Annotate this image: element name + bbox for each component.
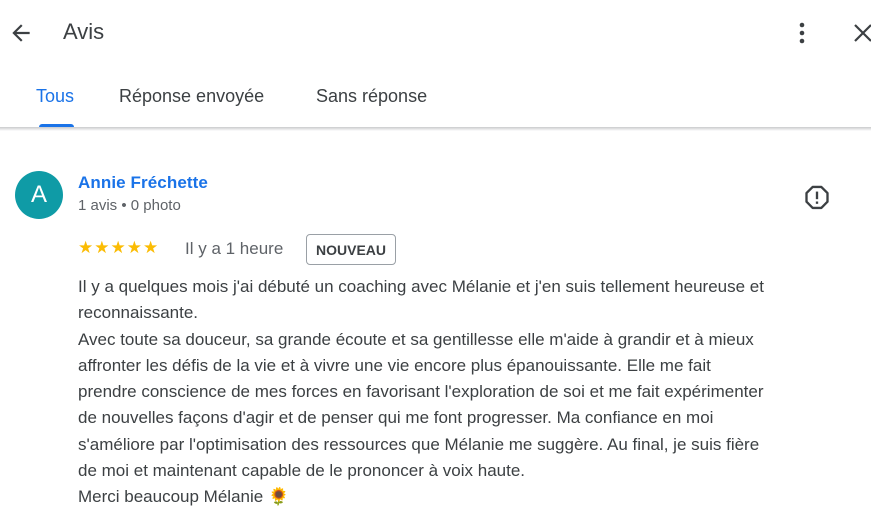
- report-button[interactable]: [803, 184, 831, 212]
- close-button[interactable]: [851, 21, 871, 45]
- more-vert-icon: [799, 22, 805, 44]
- reviewer-name[interactable]: Annie Fréchette: [78, 173, 208, 193]
- review-text-line: Merci beaucoup Mélanie 🌻: [78, 487, 290, 507]
- review-text-line: Il y a quelques mois j'ai débuté un coac…: [78, 277, 764, 296]
- review-time: Il y a 1 heure: [185, 239, 284, 258]
- arrow-back-icon: [12, 24, 30, 42]
- review-text-line: Avec toute sa douceur, sa grande écoute …: [78, 329, 754, 349]
- review-text-line: reconnaissante.: [78, 303, 199, 323]
- reviewer-meta: 1 avis • 0 photo: [78, 197, 181, 214]
- back-button[interactable]: [8, 20, 34, 46]
- review-text-line: affronter les défis de la vie et à vivre…: [78, 355, 711, 375]
- review-text: Il y a quelques mois j'ai débuté un coac…: [78, 274, 858, 511]
- page-title: Avis: [63, 19, 105, 44]
- star-rating: ★★★★★: [78, 238, 160, 257]
- tab-unanswered[interactable]: Sans réponse: [316, 86, 427, 107]
- review-text-line: s'améliore par l'optimisation des ressou…: [78, 434, 760, 454]
- review-filter-tabs: Tous Réponse envoyée Sans réponse: [0, 66, 871, 128]
- more-options-button[interactable]: [790, 20, 814, 46]
- app-header: Avis: [0, 0, 871, 66]
- review-text-line: prendre conscience de mes forces en favo…: [78, 382, 764, 402]
- review-text-line: de nouvelles façons d'agir et de penser …: [78, 408, 714, 428]
- rating-row: ★★★★★ Il y a 1 heure NOUVEAU: [78, 234, 858, 266]
- review-card: A Annie Fréchette 1 avis • 0 photo ★★★★★…: [0, 131, 871, 530]
- close-icon: [854, 24, 871, 42]
- tab-replied[interactable]: Réponse envoyée: [119, 86, 264, 107]
- avatar[interactable]: A: [15, 171, 63, 219]
- tab-all[interactable]: Tous: [36, 86, 74, 107]
- new-badge: NOUVEAU: [306, 234, 397, 265]
- review-text-line: de moi et maintenant capable de le prono…: [78, 461, 526, 481]
- report-icon: [805, 185, 829, 210]
